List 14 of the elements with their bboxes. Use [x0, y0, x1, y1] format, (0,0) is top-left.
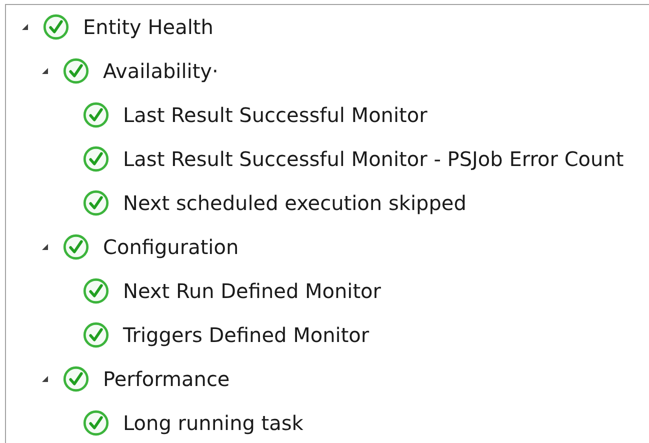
expanded-arrow-icon[interactable] [21, 23, 29, 31]
tree-item-label[interactable]: Triggers Defined Monitor [123, 323, 370, 347]
tree-item-label[interactable]: Configuration [103, 235, 239, 259]
tree-item-label[interactable]: Entity Health [83, 15, 214, 39]
tree-item-label[interactable]: Last Result Successful Monitor [123, 103, 428, 127]
expanded-arrow-icon[interactable] [41, 375, 49, 383]
tree-item-label[interactable]: Last Result Successful Monitor - PSJob Error Count [123, 147, 624, 171]
tree-item-label[interactable]: Next Run Defined Monitor [123, 279, 382, 303]
tree-item-label[interactable]: Performance [103, 367, 230, 391]
tree-item-label[interactable]: Long running task [123, 411, 304, 435]
tree-item-label[interactable]: Availability· [103, 59, 218, 83]
expanded-arrow-icon[interactable] [41, 243, 49, 251]
expanded-arrow-icon[interactable] [41, 67, 49, 75]
tree-item-label[interactable]: Next scheduled execution skipped [123, 191, 466, 215]
